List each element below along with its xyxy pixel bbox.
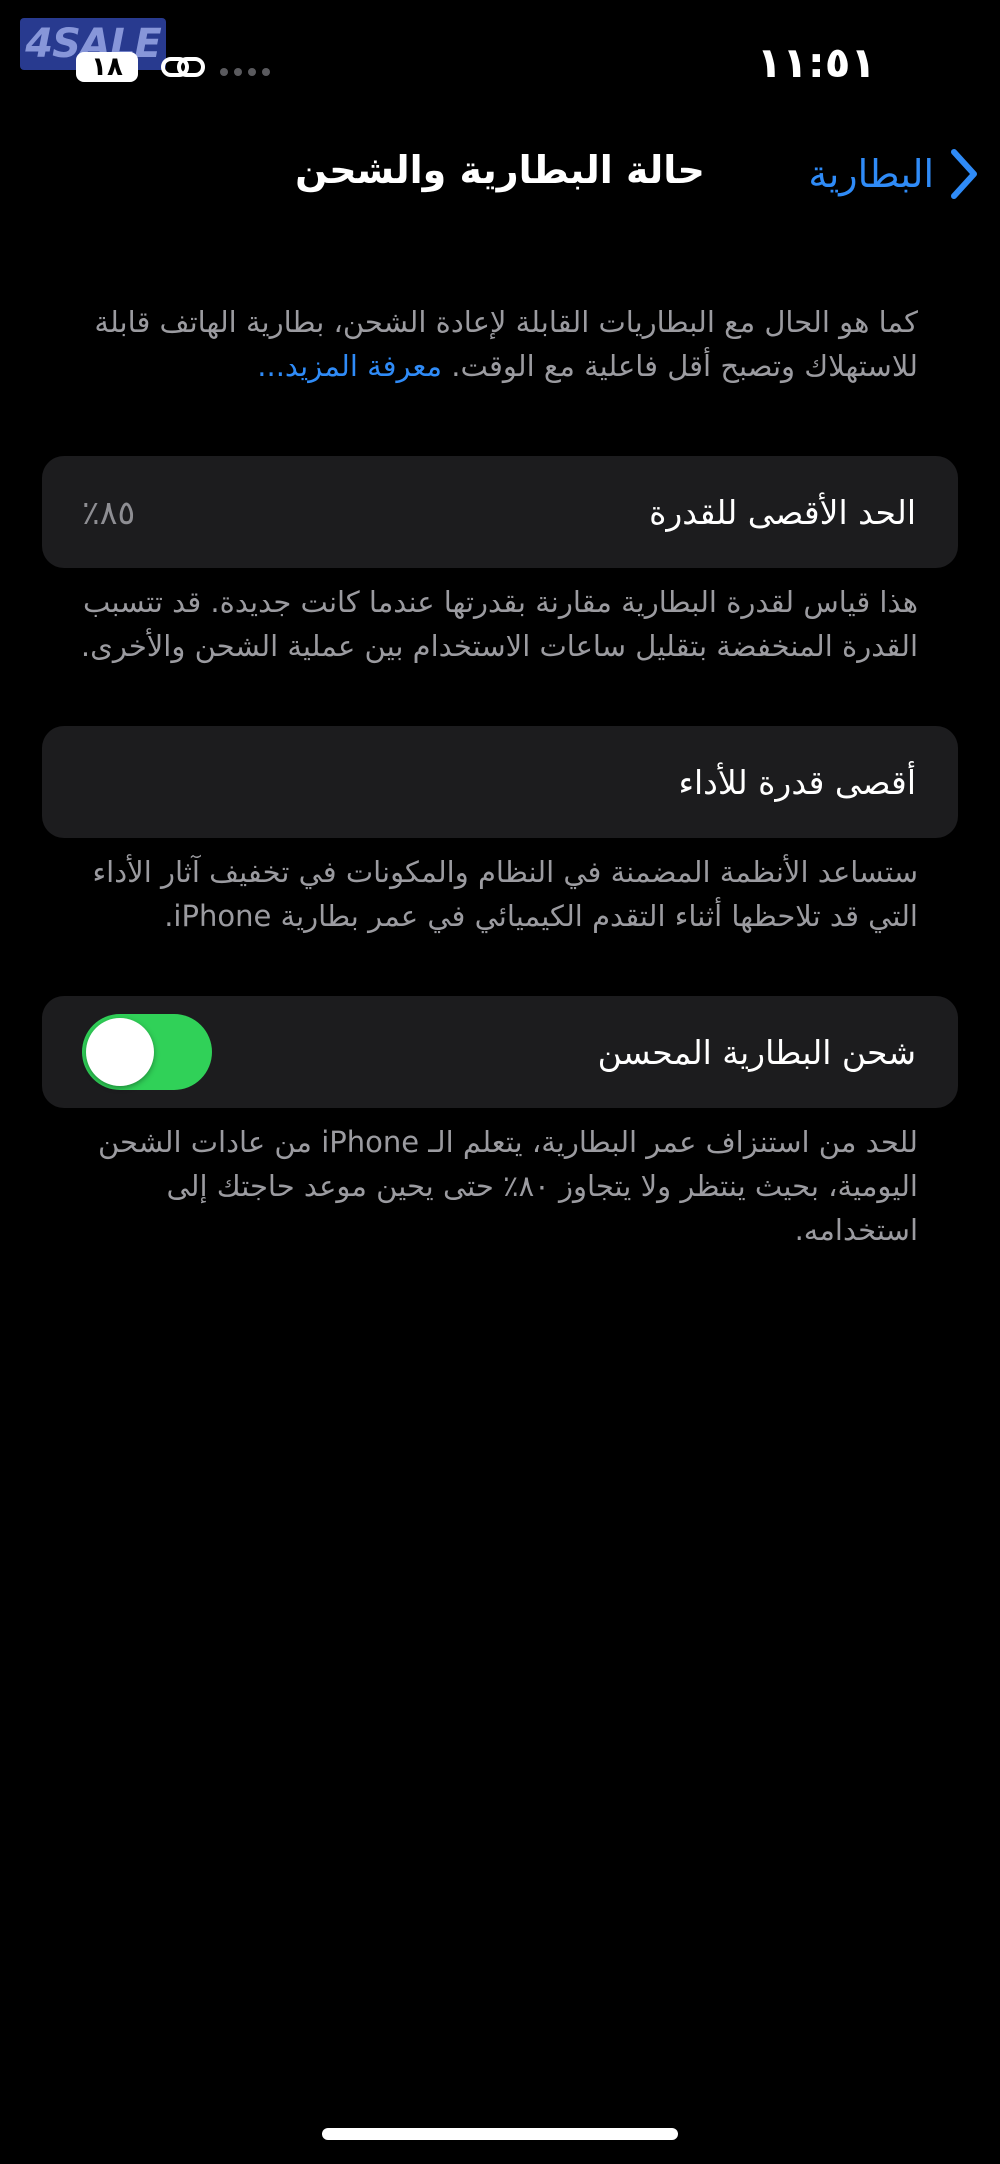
optimized-charging-row: شحن البطارية المحسن [42,996,958,1108]
maximum-capacity-row: الحد الأقصى للقدرة ٨٥٪ [42,456,958,568]
optimized-charging-toggle[interactable] [82,1014,212,1090]
battery-level-text: ١٨ [91,52,123,82]
peak-performance-description: ستساعد الأنظمة المضمنة في النظام والمكون… [92,855,918,933]
maximum-capacity-value: ٨٥٪ [82,492,136,532]
intro-body: كما هو الحال مع البطاريات القابلة لإعادة… [94,305,918,383]
home-indicator[interactable] [322,2128,678,2140]
battery-status-icon: ١٨ [76,52,138,82]
page-title: حالة البطارية والشحن [295,148,705,192]
learn-more-link[interactable]: معرفة المزيد... [257,349,442,383]
link-icon [160,50,206,84]
maximum-capacity-label: الحد الأقصى للقدرة [649,492,916,532]
intro-text: كما هو الحال مع البطاريات القابلة لإعادة… [58,300,918,388]
status-time: ١١:٥١ [756,38,876,87]
maximum-capacity-description: هذا قياس لقدرة البطارية مقارنة بقدرتها ع… [80,585,918,663]
chevron-right-icon [948,148,978,200]
peak-performance-label: أقصى قدرة للأداء [678,762,917,802]
optimized-charging-label: شحن البطارية المحسن [597,1032,916,1072]
peak-performance-row: أقصى قدرة للأداء [42,726,958,838]
optimized-charging-description: للحد من استنزاف عمر البطارية، يتعلم الـ … [97,1125,918,1247]
back-button[interactable]: البطارية [808,148,978,200]
signal-dots-icon [220,68,270,76]
toggle-knob [86,1018,154,1086]
back-button-label: البطارية [808,152,934,196]
